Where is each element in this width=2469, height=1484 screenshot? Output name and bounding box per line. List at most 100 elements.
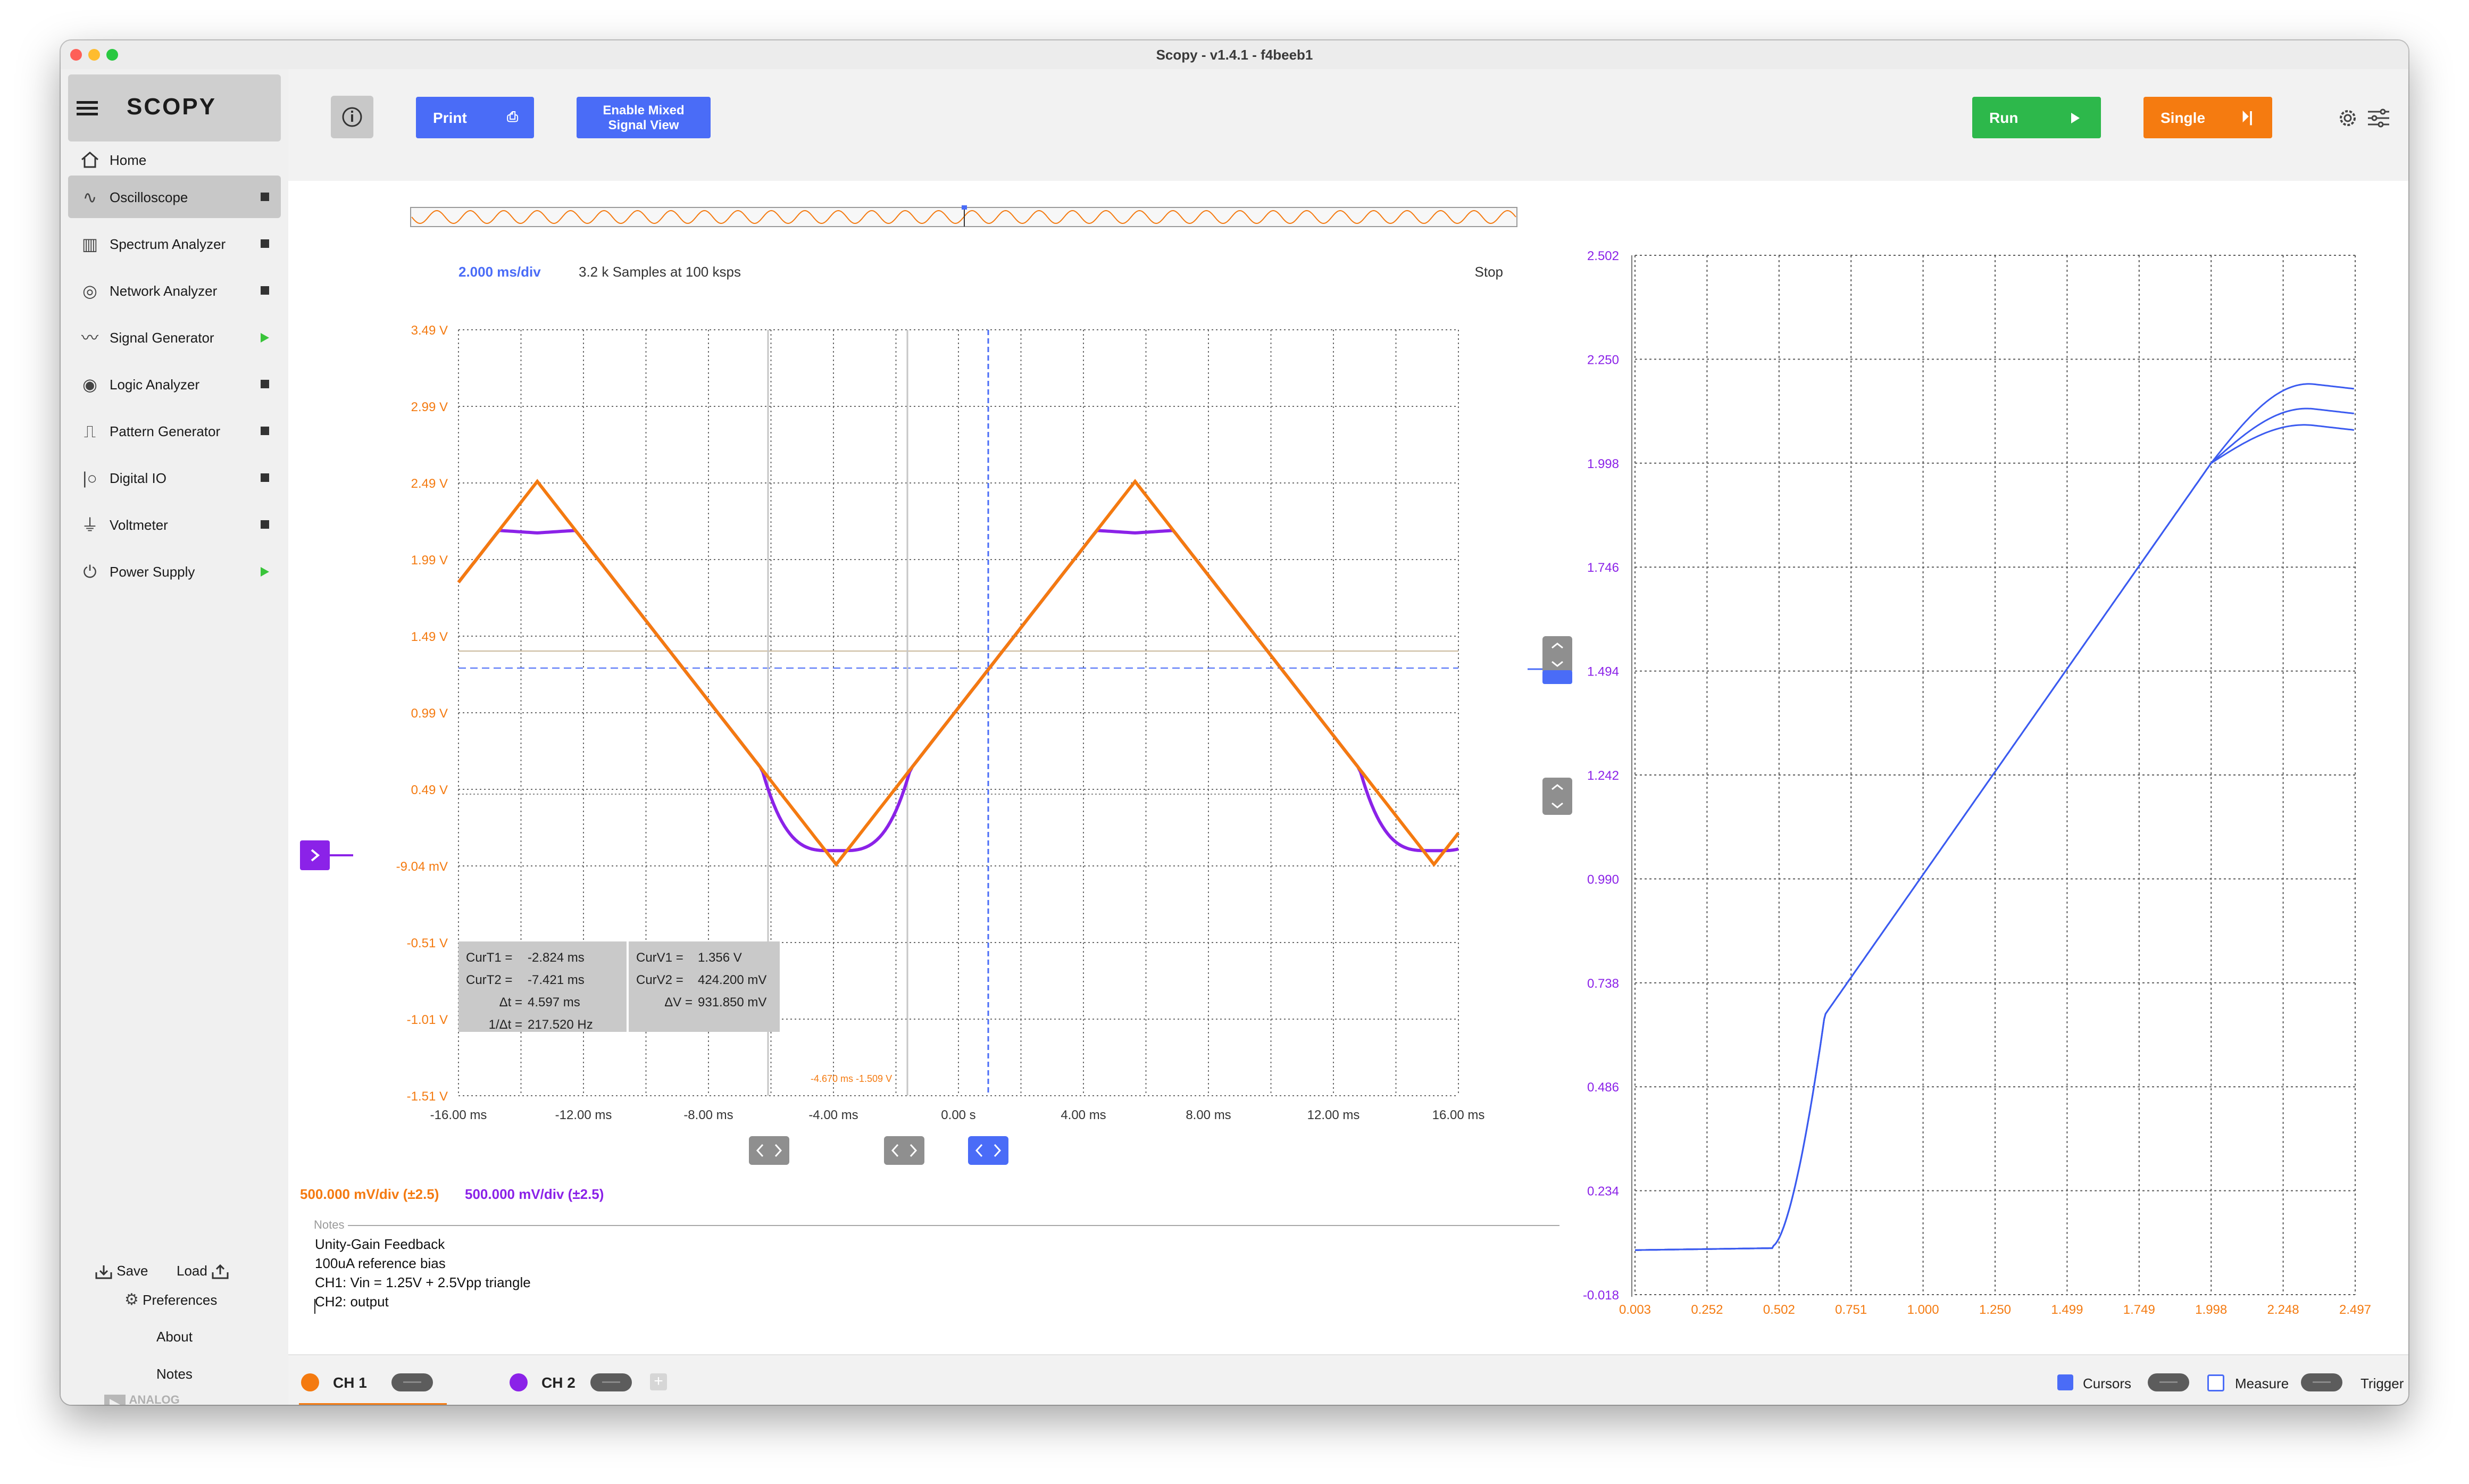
cursors-checkbox[interactable] bbox=[2057, 1374, 2073, 1390]
preferences-label: Preferences bbox=[143, 1292, 218, 1308]
sidebar-item-digital-io[interactable]: |○ Digital IO bbox=[68, 456, 281, 499]
plot-panel: 2.000 ms/div 3.2 k Samples at 100 ksps S… bbox=[288, 181, 2408, 1367]
analog-devices-logo: ANALOG DEVICES bbox=[103, 1394, 193, 1405]
scope-x-tick-label: 0.00 s bbox=[941, 1108, 975, 1122]
oscilloscope-icon: ∿ bbox=[82, 188, 97, 207]
notes-button[interactable]: Notes bbox=[156, 1366, 193, 1382]
sidebar-item-pattern-generator[interactable]: ⎍ Pattern Generator bbox=[68, 410, 281, 452]
inv-dt-value: 217.520 Hz bbox=[528, 1018, 593, 1032]
info-button[interactable] bbox=[331, 96, 373, 138]
curV2-label: CurV2 = bbox=[636, 973, 683, 987]
trigger-position-handle[interactable] bbox=[968, 1136, 1008, 1165]
cursor-t2-handle[interactable] bbox=[749, 1136, 789, 1165]
sidebar-item-label: Signal Generator bbox=[110, 330, 214, 346]
curT2-label: CurT2 = bbox=[466, 973, 512, 987]
ch2-label[interactable]: CH 2 bbox=[541, 1374, 575, 1391]
xy-y-tick-label: 0.990 bbox=[1587, 872, 1619, 887]
scope-x-tick-label: -12.00 ms bbox=[555, 1108, 612, 1122]
notes-text[interactable]: Unity-Gain Feedback 100uA reference bias C… bbox=[315, 1236, 531, 1310]
print-button[interactable]: Print ⎙ bbox=[416, 97, 534, 138]
xy-curve bbox=[1635, 424, 2355, 1251]
scope-y-tick-label: 1.49 V bbox=[411, 630, 448, 644]
mixed-label-line1: Enable Mixed bbox=[603, 103, 685, 118]
notes-line: CH1: Vin = 1.25V + 2.5Vpp triangle bbox=[315, 1274, 531, 1290]
scope-x-axis: -16.00 ms -12.00 ms -8.00 ms -4.00 ms 0.00 s… bbox=[430, 1108, 1485, 1122]
scope-y-tick-label: 2.49 V bbox=[411, 477, 448, 491]
menu-sliders-icon[interactable] bbox=[2367, 107, 2390, 129]
dv-value: 931.850 mV bbox=[698, 995, 766, 1010]
xy-x-tick-label: 1.998 bbox=[2195, 1303, 2227, 1317]
xy-x-tick-label: 2.497 bbox=[2339, 1303, 2371, 1317]
scope-x-tick-label: -4.00 ms bbox=[808, 1108, 858, 1122]
cursor-t1-handle[interactable] bbox=[884, 1136, 924, 1165]
scope-x-tick-label: -8.00 ms bbox=[683, 1108, 733, 1122]
sidebar-item-label: Digital IO bbox=[110, 470, 166, 486]
single-label: Single bbox=[2161, 110, 2206, 126]
save-button[interactable]: Save bbox=[95, 1263, 148, 1280]
sidebar-item-signal-generator[interactable]: 〰 Signal Generator bbox=[68, 316, 281, 359]
xy-x-tick-label: 1.499 bbox=[2051, 1303, 2083, 1317]
xy-curve bbox=[1635, 407, 2354, 1251]
dv-label: ΔV = bbox=[664, 995, 693, 1010]
sidebar-item-logic-analyzer[interactable]: ◉ Logic Analyzer bbox=[68, 363, 281, 405]
load-label: Load bbox=[177, 1263, 207, 1279]
sidebar-item-voltmeter[interactable]: ⏚ Voltmeter bbox=[68, 503, 281, 546]
xy-y-tick-label: 0.486 bbox=[1587, 1080, 1619, 1095]
power-icon: ⏻ bbox=[83, 562, 97, 581]
ch1-selected-underline bbox=[299, 1403, 447, 1405]
menu-header[interactable]: SCOPY bbox=[68, 74, 281, 141]
cursors-settings-toggle[interactable] bbox=[2148, 1373, 2189, 1391]
settings-gear-icon[interactable] bbox=[2336, 106, 2359, 130]
xy-y-tick-label: 2.250 bbox=[1587, 353, 1619, 367]
hamburger-icon[interactable] bbox=[77, 101, 98, 104]
ch2-toggle[interactable] bbox=[590, 1373, 632, 1391]
sidebar-item-label: Home bbox=[110, 152, 147, 168]
trigger-label[interactable]: Trigger bbox=[2360, 1375, 2404, 1392]
ch1-toggle[interactable] bbox=[391, 1373, 433, 1391]
stopped-indicator-icon bbox=[261, 520, 269, 529]
run-button[interactable]: Run bbox=[1972, 97, 2101, 138]
stopped-indicator-icon bbox=[261, 380, 269, 388]
add-math-channel-button[interactable]: + bbox=[650, 1373, 667, 1390]
sidebar-item-label: Network Analyzer bbox=[110, 283, 218, 299]
ch2-offset-handle[interactable] bbox=[300, 840, 330, 870]
measure-settings-toggle[interactable] bbox=[2301, 1373, 2342, 1391]
sidebar-item-network-analyzer[interactable]: ◎ Network Analyzer bbox=[68, 269, 281, 312]
cursor-v2-handle[interactable] bbox=[1542, 778, 1572, 815]
preferences-button[interactable]: ⚙ Preferences bbox=[124, 1290, 217, 1309]
sidebar-item-label: Logic Analyzer bbox=[110, 377, 200, 393]
sidebar-item-power-supply[interactable]: ⏻ Power Supply bbox=[68, 550, 281, 593]
measure-checkbox[interactable] bbox=[2207, 1374, 2224, 1391]
load-button[interactable]: Load bbox=[177, 1263, 229, 1280]
samples-label: 3.2 k Samples at 100 ksps bbox=[579, 264, 741, 280]
window-title: Scopy - v1.4.1 - f4beeb1 bbox=[1156, 47, 1313, 63]
mixed-label-line2: Signal View bbox=[608, 118, 679, 132]
oscilloscope-plot[interactable]: 2.000 ms/div 3.2 k Samples at 100 ksps S… bbox=[288, 181, 2408, 1367]
sidebar-item-label: Power Supply bbox=[110, 564, 195, 580]
xy-y-tick-label: 1.494 bbox=[1587, 665, 1619, 679]
overview-marker[interactable] bbox=[962, 205, 967, 210]
dt-value: 4.597 ms bbox=[528, 995, 580, 1010]
sidebar: SCOPY Home ∿ Oscilloscope ▥ Spectrum Analyz… bbox=[61, 69, 288, 1405]
ch1-tab[interactable]: CH 1 bbox=[299, 1361, 447, 1405]
about-button[interactable]: About bbox=[156, 1329, 193, 1345]
sidebar-item-label: Pattern Generator bbox=[110, 423, 221, 439]
xy-y-axis: 2.502 2.250 1.998 1.746 1.494 1.242 0.990 0.738… bbox=[1583, 249, 1619, 1303]
enable-mixed-signal-button[interactable]: Enable Mixed Signal View bbox=[577, 97, 711, 138]
xy-x-tick-label: 0.751 bbox=[1835, 1303, 1867, 1317]
sidebar-item-oscilloscope[interactable]: ∿ Oscilloscope bbox=[68, 176, 281, 218]
sidebar-item-home[interactable]: Home bbox=[68, 144, 281, 178]
single-button[interactable]: Single ⏵| bbox=[2143, 97, 2272, 138]
run-label: Run bbox=[1989, 110, 2018, 126]
dt-label: Δt = bbox=[499, 995, 522, 1010]
acquisition-status: Stop bbox=[1475, 264, 1504, 280]
scope-y-tick-label: -1.01 V bbox=[407, 1013, 448, 1027]
print-label: Print bbox=[433, 110, 467, 126]
xy-y-tick-label: 0.234 bbox=[1587, 1185, 1619, 1199]
cursor-v1-handle[interactable] bbox=[1542, 636, 1572, 673]
channel-bar: CH 1 CH 2 + Cursors Measure Trigger bbox=[288, 1354, 2408, 1405]
curV1-value: 1.356 V bbox=[698, 951, 742, 965]
sidebar-item-spectrum-analyzer[interactable]: ▥ Spectrum Analyzer bbox=[68, 222, 281, 265]
trigger-level-handle[interactable] bbox=[1542, 670, 1572, 684]
adi-triangle-icon bbox=[104, 1395, 126, 1405]
